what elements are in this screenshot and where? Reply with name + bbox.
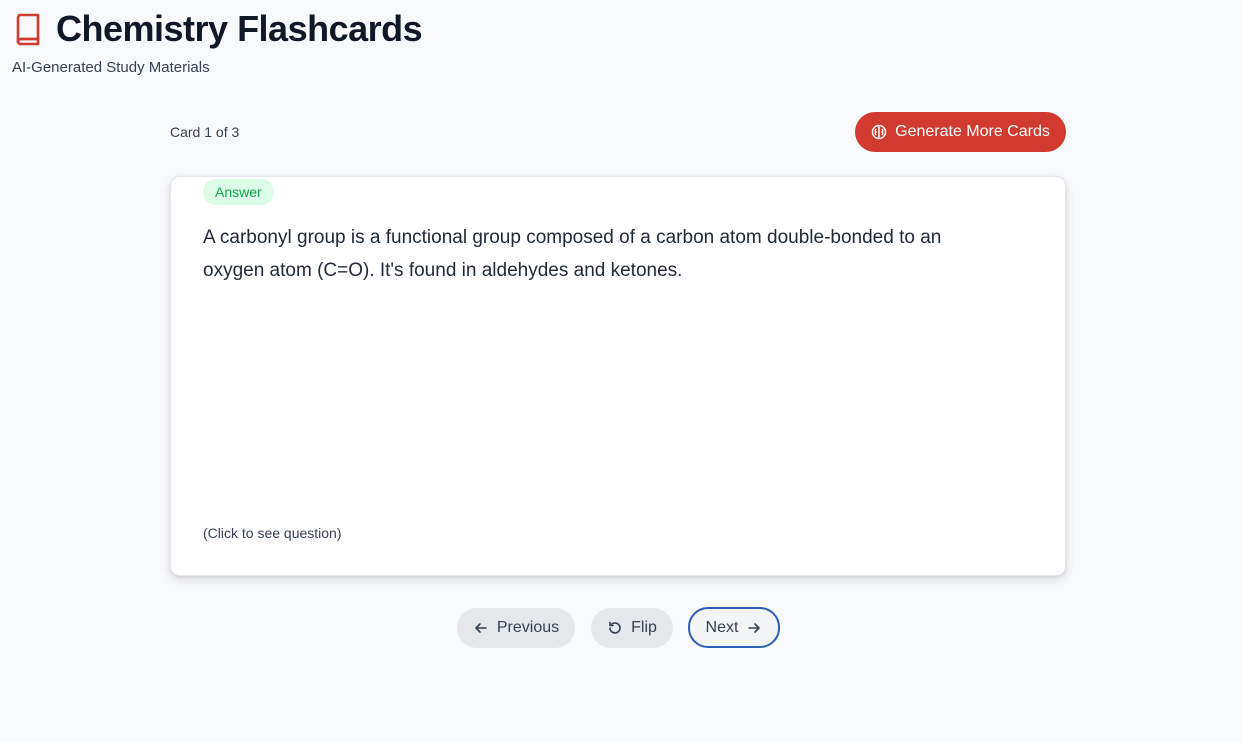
brain-icon xyxy=(871,124,887,140)
title-row: Chemistry Flashcards xyxy=(12,8,423,50)
book-icon xyxy=(12,10,44,48)
page-header: Chemistry Flashcards AI-Generated Study … xyxy=(12,8,423,76)
rotate-icon xyxy=(607,620,623,636)
generate-button-label: Generate More Cards xyxy=(895,123,1050,140)
page-subtitle: AI-Generated Study Materials xyxy=(12,59,210,76)
previous-button[interactable]: Previous xyxy=(457,608,575,648)
next-button[interactable]: Next xyxy=(688,607,780,648)
flip-label: Flip xyxy=(631,619,657,636)
arrow-right-icon xyxy=(746,620,762,636)
card-hint: (Click to see question) xyxy=(203,525,342,541)
next-label: Next xyxy=(705,618,739,636)
previous-label: Previous xyxy=(496,619,560,636)
flashcard[interactable]: Answer A carbonyl group is a functional … xyxy=(170,176,1066,576)
card-counter: Card 1 of 3 xyxy=(170,124,240,140)
page-title: Chemistry Flashcards xyxy=(56,8,423,49)
card-content: A carbonyl group is a functional group c… xyxy=(203,227,942,281)
generate-more-cards-button[interactable]: Generate More Cards xyxy=(855,112,1066,152)
card-navigation: Previous Flip Next xyxy=(0,607,1242,649)
card-side-badge: Answer xyxy=(203,179,274,205)
arrow-left-icon xyxy=(473,620,489,636)
flip-button[interactable]: Flip xyxy=(591,608,673,648)
